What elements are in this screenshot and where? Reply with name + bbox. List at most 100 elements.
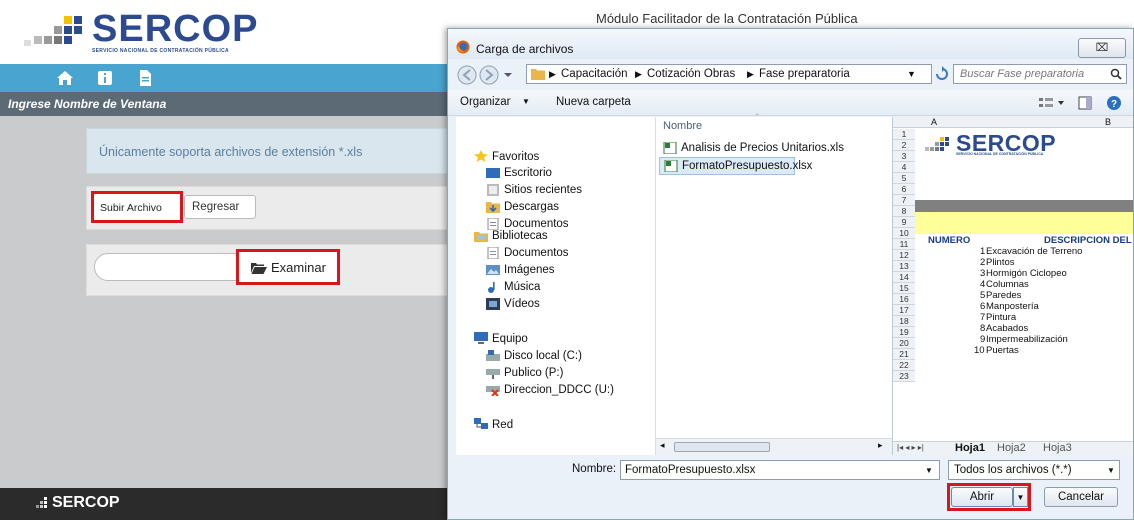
videos-icon: [486, 298, 500, 310]
row-header: 13: [893, 261, 915, 272]
nav-item-direccion-ddcc[interactable]: Direccion_DDCC (U:): [504, 384, 614, 396]
item-description: Hormigón Ciclopeo: [986, 268, 1067, 279]
search-input[interactable]: Buscar Fase preparatoria: [953, 64, 1127, 84]
info-alert: Únicamente soporta archivos de extensión…: [86, 128, 456, 174]
chevron-right-icon: ▶: [635, 69, 642, 79]
breadcrumb-fase-preparatoria[interactable]: Fase preparatoria: [759, 68, 850, 80]
chevron-down-icon[interactable]: ▼: [907, 69, 916, 79]
network-drive-icon: [486, 369, 500, 379]
document-icon[interactable]: [136, 70, 154, 86]
scroll-right-icon[interactable]: ▸: [878, 440, 883, 451]
chevron-down-icon[interactable]: ▼: [925, 466, 933, 475]
chevron-down-icon: ▼: [1107, 466, 1115, 475]
sheet-tab-hoja2[interactable]: Hoja2: [997, 442, 1026, 454]
filename-input[interactable]: FormatoPresupuesto.xlsx ▼: [620, 460, 940, 480]
folder-open-icon: [251, 263, 267, 274]
app-logo-subtitle: SERVICIO NACIONAL DE CONTRATACIÓN PÚBLIC…: [92, 48, 229, 54]
nav-item-documentos[interactable]: Documentos: [504, 218, 569, 230]
info-icon[interactable]: [96, 70, 114, 86]
nav-item-escritorio[interactable]: Escritorio: [504, 167, 552, 179]
nav-item-favoritos[interactable]: Favoritos: [492, 151, 539, 163]
window-title: Ingrese Nombre de Ventana: [8, 97, 167, 111]
sheet-tab-hoja3[interactable]: Hoja3: [1043, 442, 1072, 454]
address-bar[interactable]: ▶ Capacitación ▶ Cotización Obras ▶ Fase…: [526, 64, 932, 84]
column-header-nombre[interactable]: Nombre: [663, 120, 702, 132]
search-placeholder: Buscar Fase preparatoria: [960, 68, 1085, 80]
search-icon[interactable]: [1110, 68, 1122, 80]
chevron-down-icon: ▼: [522, 97, 530, 106]
item-description: Manpostería: [986, 301, 1039, 312]
breadcrumb-capacitacion[interactable]: Capacitación: [561, 68, 627, 80]
file-item-selected[interactable]: FormatoPresupuesto.xlsx: [659, 157, 812, 175]
regresar-button[interactable]: Regresar: [184, 195, 256, 219]
file-name: Analisis de Precios Unitarios.xls: [681, 142, 844, 154]
filetype-value: Todos los archivos (*.*): [954, 464, 1072, 476]
libraries-icon: [474, 232, 488, 242]
examinar-button[interactable]: Examinar: [236, 249, 340, 285]
nav-item-red[interactable]: Red: [492, 419, 513, 431]
item-number: 6: [980, 301, 986, 312]
sheet-tabs-bar: |◂ ◂ ▸ ▸| Hoja1 Hoja2 Hoja3: [893, 441, 1133, 455]
chevron-right-icon: ▶: [747, 69, 754, 79]
item-number: 9: [980, 334, 986, 345]
filetype-select[interactable]: Todos los archivos (*.*) ▼: [948, 460, 1120, 480]
item-number: 10: [974, 345, 985, 356]
row-header: 1: [893, 129, 915, 140]
nav-item-descargas[interactable]: Descargas: [504, 201, 559, 213]
refresh-icon[interactable]: [934, 66, 950, 82]
file-path-input[interactable]: [94, 253, 240, 281]
gray-band: [915, 200, 1133, 212]
row-header: 20: [893, 338, 915, 349]
horizontal-scrollbar[interactable]: ◂ ▸: [656, 438, 892, 455]
nav-item-publico[interactable]: Publico (P:): [504, 367, 563, 379]
nav-item-musica[interactable]: Música: [504, 281, 540, 293]
item-number: 1: [980, 246, 986, 257]
home-icon[interactable]: [56, 70, 74, 86]
row-header: 16: [893, 294, 915, 305]
item-description: Puertas: [986, 345, 1019, 356]
nav-item-imagenes[interactable]: Imágenes: [504, 264, 555, 276]
preview-pane-icon[interactable]: [1078, 96, 1092, 110]
breadcrumb-cotizacion-obras[interactable]: Cotización Obras: [647, 68, 735, 80]
column-b-header: B: [1105, 117, 1112, 127]
organize-menu[interactable]: Organizar: [460, 96, 511, 108]
nav-item-equipo[interactable]: Equipo: [492, 333, 528, 345]
row-header: 8: [893, 206, 915, 217]
item-number: 4: [980, 279, 986, 290]
excel-file-icon: [663, 142, 677, 154]
row-header: 7: [893, 195, 915, 206]
file-item[interactable]: Analisis de Precios Unitarios.xls: [659, 140, 844, 157]
cancelar-label: Cancelar: [1057, 491, 1105, 503]
view-options-icon[interactable]: [1038, 96, 1066, 110]
hard-drive-icon: [486, 350, 500, 361]
nav-item-disco-local[interactable]: Disco local (C:): [504, 350, 582, 362]
sheet-tab-hoja1[interactable]: Hoja1: [955, 442, 985, 454]
nav-item-sitios-recientes[interactable]: Sitios recientes: [504, 184, 582, 196]
abrir-dropdown-button[interactable]: ▼: [1013, 487, 1028, 507]
close-button[interactable]: ⌧: [1078, 38, 1126, 58]
column-a-header: A: [931, 117, 938, 127]
abrir-button[interactable]: Abrir: [951, 487, 1013, 507]
desktop-icon: [486, 168, 500, 178]
cancelar-button[interactable]: Cancelar: [1044, 487, 1118, 507]
top-nav-bar: [0, 64, 455, 92]
chevron-right-icon: ▶: [549, 69, 556, 79]
sheet-nav-arrows-icon[interactable]: |◂ ◂ ▸ ▸|: [897, 443, 924, 452]
subir-archivo-button[interactable]: Subir Archivo: [91, 191, 183, 223]
scrollbar-thumb[interactable]: [674, 442, 770, 452]
back-forward-buttons[interactable]: [456, 64, 520, 86]
nav-item-bibliotecas[interactable]: Bibliotecas: [492, 230, 548, 242]
nav-item-videos[interactable]: Vídeos: [504, 298, 540, 310]
app-logo-text: SERCOP: [92, 8, 259, 50]
row-header: 19: [893, 327, 915, 338]
nav-item-documentos-library[interactable]: Documentos: [504, 247, 569, 259]
scroll-left-icon[interactable]: ◂: [660, 440, 665, 451]
dialog-toolbar: Organizar ▼ Nueva carpeta ?: [448, 90, 1133, 116]
subir-archivo-label: Subir Archivo: [100, 202, 162, 214]
navigation-pane: Favoritos Escritorio Sitios recientes De…: [456, 117, 656, 455]
sercop-logo-icon: [925, 137, 949, 151]
row-header: 23: [893, 371, 915, 382]
new-folder-button[interactable]: Nueva carpeta: [556, 96, 631, 108]
help-icon[interactable]: ?: [1106, 95, 1122, 111]
row-header: 6: [893, 184, 915, 195]
